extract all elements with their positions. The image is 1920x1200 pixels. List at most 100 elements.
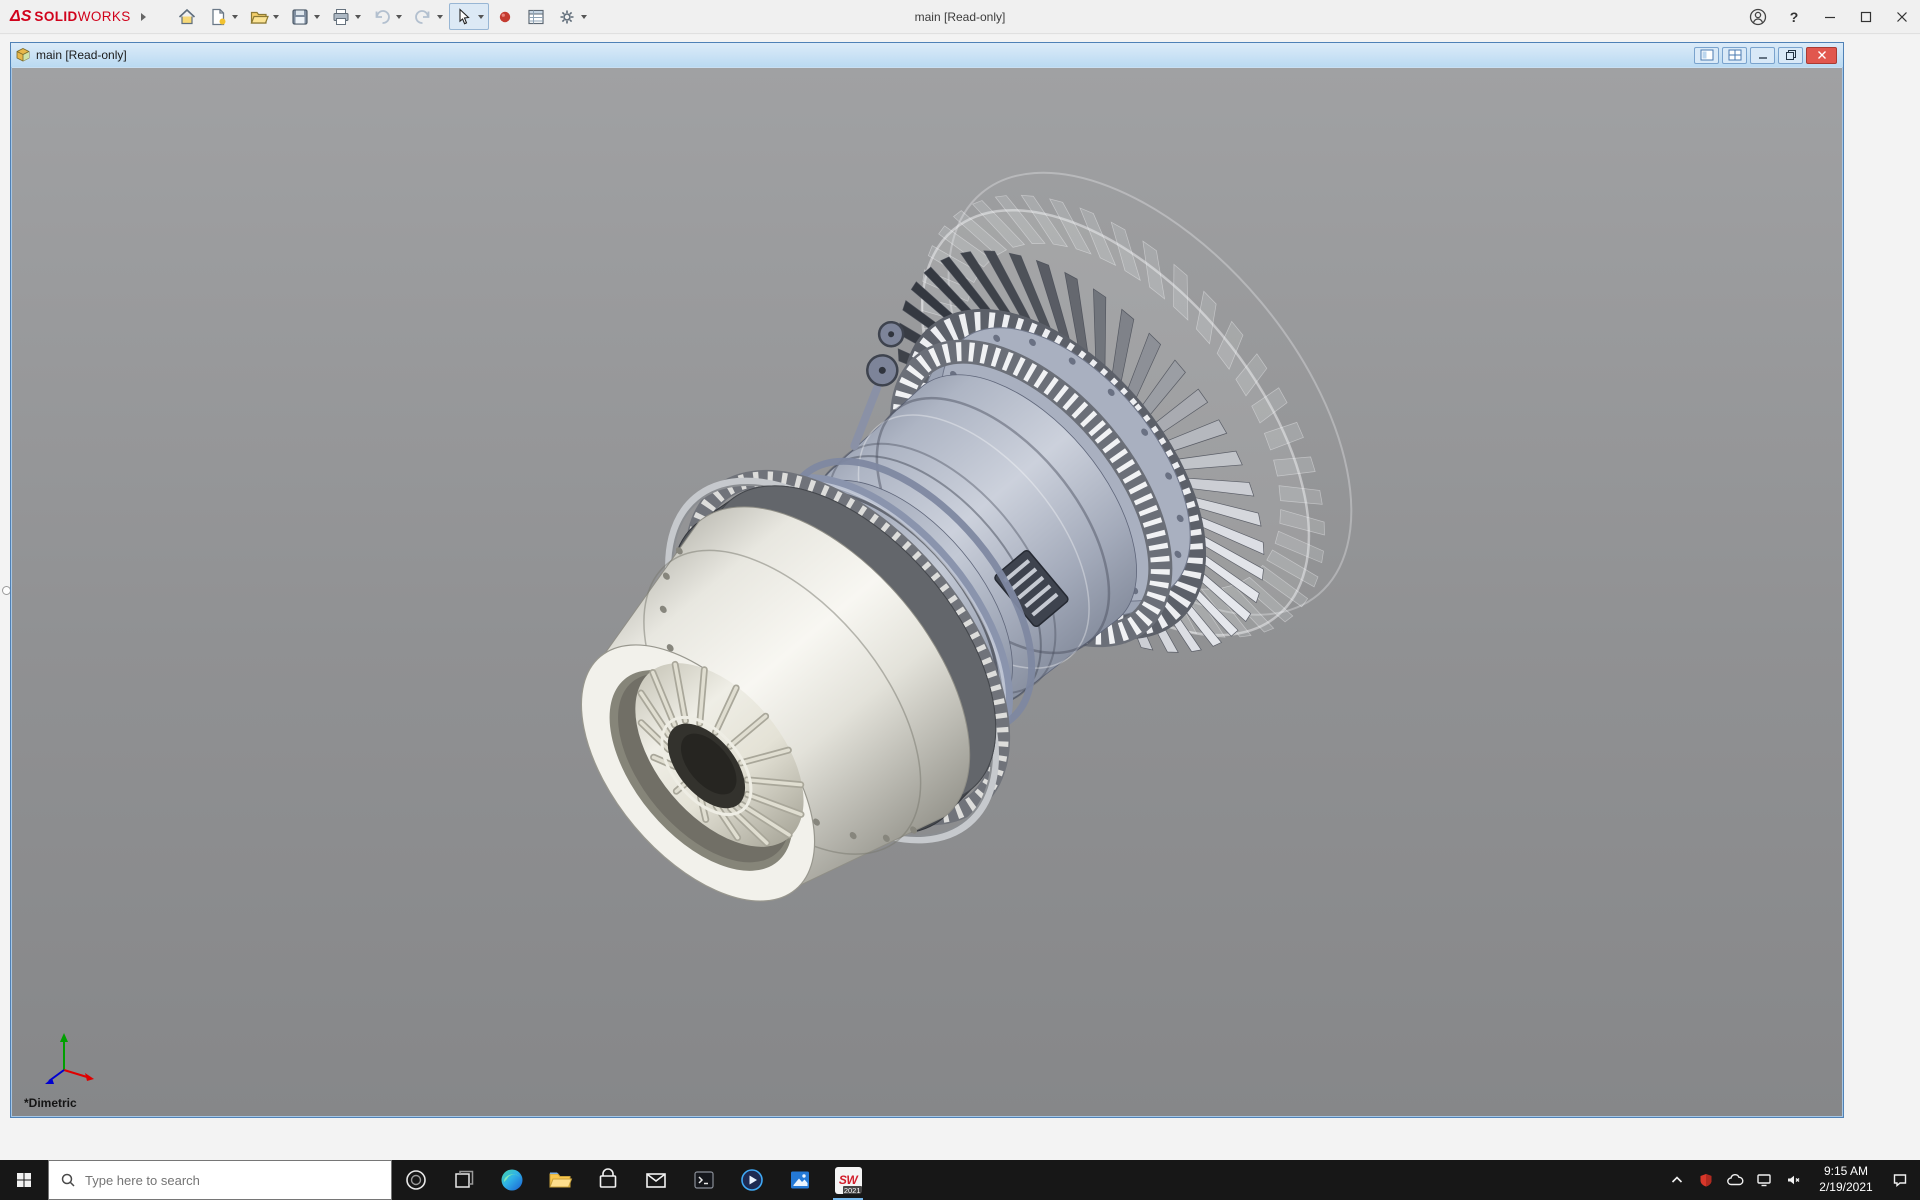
red-sphere-icon [495, 7, 515, 27]
media-app-icon [739, 1167, 765, 1193]
minimize-button[interactable] [1812, 0, 1848, 33]
volume-tray[interactable] [1778, 1160, 1807, 1200]
shield-icon [1698, 1172, 1714, 1188]
x-axis [64, 1070, 87, 1077]
defender-shield-tray[interactable] [1691, 1160, 1720, 1200]
restore-icon [1785, 49, 1797, 61]
action-center-icon [1892, 1172, 1908, 1188]
cloud-icon [1726, 1172, 1744, 1188]
x-axis-arrow [85, 1073, 94, 1081]
help-icon: ? [1790, 9, 1799, 25]
viewport-single-button[interactable] [1694, 47, 1719, 64]
caret-down-icon[interactable] [314, 15, 320, 19]
toolbar-red-sphere-button[interactable] [490, 3, 520, 30]
toolbar-new-document-button[interactable] [203, 3, 243, 30]
part-cube-icon [15, 47, 31, 63]
undo-icon [372, 7, 392, 27]
screen: { "titlebar": { "brand": { "mark": "ΔS",… [0, 0, 1920, 1200]
taskbar-app-solidworks[interactable]: SW2021 [824, 1160, 872, 1200]
onedrive-tray[interactable] [1720, 1160, 1749, 1200]
dassault-mark-icon: ΔS [10, 8, 31, 26]
taskbar-clock[interactable]: 9:15 AM 2/19/2021 [1807, 1164, 1885, 1195]
maximize-icon [1860, 11, 1872, 23]
hidden-icons-button[interactable] [1662, 1160, 1691, 1200]
taskbar-search[interactable] [48, 1160, 392, 1200]
caret-down-icon[interactable] [232, 15, 238, 19]
engine-model [12, 68, 1842, 1116]
redo-icon [413, 7, 433, 27]
store-app-icon [595, 1167, 621, 1193]
taskbar-app-edge[interactable] [488, 1160, 536, 1200]
file-explorer-app-icon [547, 1167, 573, 1193]
cortana-icon [403, 1167, 429, 1193]
caret-down-icon[interactable] [437, 15, 443, 19]
toolbar-home-button[interactable] [172, 3, 202, 30]
taskbar-app-mail[interactable] [632, 1160, 680, 1200]
caret-down-icon[interactable] [355, 15, 361, 19]
caret-down-icon[interactable] [581, 15, 587, 19]
viewport-split-button[interactable] [1722, 47, 1747, 64]
toolbar-redo-button[interactable] [408, 3, 448, 30]
select-cursor-icon [454, 7, 474, 27]
windows-logo-icon [15, 1171, 33, 1189]
caret-down-icon[interactable] [396, 15, 402, 19]
taskbar-app-store[interactable] [584, 1160, 632, 1200]
task-view-icon [451, 1167, 477, 1193]
viewport-single-icon [1700, 49, 1714, 61]
taskbar-app-media[interactable] [728, 1160, 776, 1200]
menu-expander-icon[interactable] [141, 13, 146, 21]
save-icon [290, 7, 310, 27]
view-orientation-label: *Dimetric [24, 1096, 77, 1110]
quick-access-toolbar [172, 0, 592, 33]
taskbar-app-file-explorer[interactable] [536, 1160, 584, 1200]
network-tray[interactable] [1749, 1160, 1778, 1200]
doc-restore-button[interactable] [1778, 47, 1803, 64]
toolbar-design-table-button[interactable] [521, 3, 551, 30]
home-icon [177, 7, 197, 27]
caret-down-icon[interactable] [478, 15, 484, 19]
workspace: main [Read-only] [0, 35, 1920, 1160]
window-controls: ? [1740, 0, 1920, 33]
toolbar-open-button[interactable] [244, 3, 284, 30]
document-titlebar[interactable]: main [Read-only] [11, 43, 1843, 67]
document-window-buttons [1694, 47, 1839, 64]
account-button[interactable] [1740, 0, 1776, 33]
viewport-split-icon [1728, 49, 1742, 61]
terminal-app-icon [691, 1167, 717, 1193]
mail-app-icon [643, 1167, 669, 1193]
graphics-viewport[interactable]: *Dimetric [12, 68, 1842, 1116]
taskbar-app-terminal[interactable] [680, 1160, 728, 1200]
photos-app-icon [787, 1167, 813, 1193]
system-tray: 9:15 AM 2/19/2021 [1662, 1160, 1920, 1200]
cortana-button[interactable] [392, 1160, 440, 1200]
print-icon [331, 7, 351, 27]
search-input[interactable] [85, 1173, 345, 1188]
minimize-icon [1824, 11, 1836, 23]
taskbar-app-photos[interactable] [776, 1160, 824, 1200]
toolbar-select-cursor-button[interactable] [449, 3, 489, 30]
orientation-triad[interactable] [32, 1026, 96, 1090]
action-center-button[interactable] [1885, 1160, 1914, 1200]
start-button[interactable] [0, 1160, 48, 1200]
caret-down-icon[interactable] [273, 15, 279, 19]
toolbar-undo-button[interactable] [367, 3, 407, 30]
help-button[interactable]: ? [1776, 0, 1812, 33]
person-icon [1748, 7, 1768, 27]
task-view-button[interactable] [440, 1160, 488, 1200]
toolbar-print-button[interactable] [326, 3, 366, 30]
doc-minimize-button[interactable] [1750, 47, 1775, 64]
maximize-button[interactable] [1848, 0, 1884, 33]
toolbar-save-button[interactable] [285, 3, 325, 30]
document-title: main [Read-only] [36, 48, 127, 62]
search-icon [60, 1172, 76, 1188]
document-window: main [Read-only] [10, 42, 1844, 1118]
close-button[interactable] [1884, 0, 1920, 33]
doc-close-button[interactable] [1806, 47, 1837, 64]
close-icon [1896, 11, 1908, 23]
toolbar-settings-button[interactable] [552, 3, 592, 30]
taskbar-app-icons: SW2021 [488, 1160, 872, 1200]
edge-app-icon [499, 1167, 525, 1193]
chevron-up-icon [1669, 1172, 1685, 1188]
network-icon [1756, 1172, 1772, 1188]
settings-icon [557, 7, 577, 27]
